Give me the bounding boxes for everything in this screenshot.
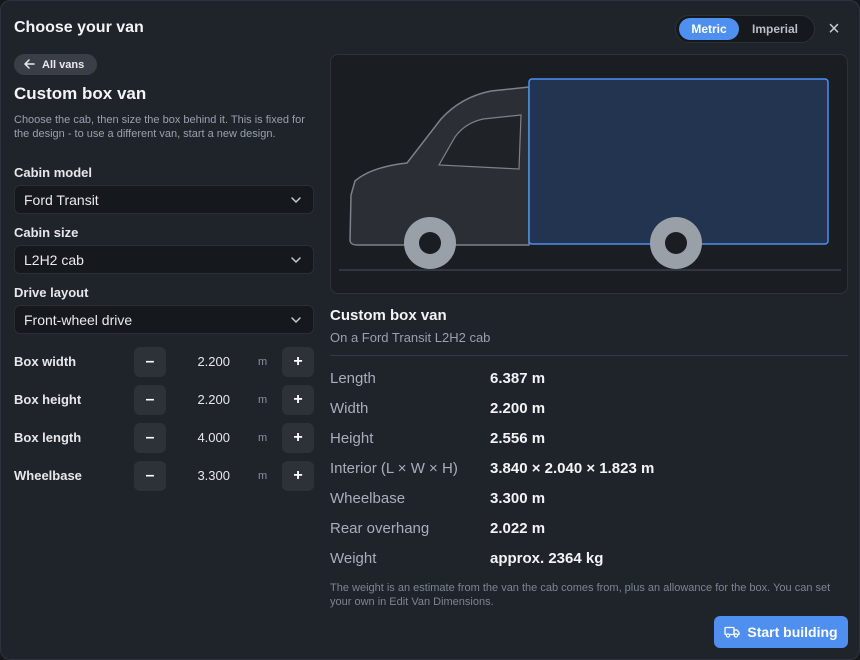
wheelbase-row: Wheelbase – 3.300 m + bbox=[14, 461, 314, 491]
box-width-row: Box width – 2.200 m + bbox=[14, 347, 314, 377]
chevron-down-icon bbox=[291, 197, 301, 204]
chevron-down-icon bbox=[291, 257, 301, 264]
box-height-row: Box height – 2.200 m + bbox=[14, 385, 314, 415]
spec-value: 3.300 m bbox=[490, 490, 546, 507]
cabin-model-value: Ford Transit bbox=[24, 191, 99, 208]
section-title: Custom box van bbox=[14, 84, 147, 103]
box-length-value[interactable]: 4.000 bbox=[176, 430, 230, 445]
spec-key: Interior (L × W × H) bbox=[330, 460, 458, 477]
spec-key: Weight bbox=[330, 550, 377, 567]
box-height-value[interactable]: 2.200 bbox=[176, 392, 230, 407]
box-length-unit: m bbox=[258, 432, 268, 444]
choose-van-dialog: Choose your van Metric Imperial × All va… bbox=[0, 0, 860, 660]
wheelbase-increment-button[interactable]: + bbox=[282, 461, 314, 491]
wheelbase-unit: m bbox=[258, 470, 268, 482]
wheelbase-value[interactable]: 3.300 bbox=[176, 468, 230, 483]
box-width-unit: m bbox=[258, 356, 268, 368]
spec-row-width: Width 2.200 m bbox=[330, 400, 848, 420]
summary-subtitle: On a Ford Transit L2H2 cab bbox=[330, 330, 491, 345]
summary-title: Custom box van bbox=[330, 307, 447, 324]
box-width-decrement-button[interactable]: – bbox=[134, 347, 166, 377]
spec-value: 2.200 m bbox=[490, 400, 546, 417]
box-height-increment-button[interactable]: + bbox=[282, 385, 314, 415]
drive-layout-label: Drive layout bbox=[14, 285, 89, 300]
spec-row-wheelbase: Wheelbase 3.300 m bbox=[330, 490, 848, 510]
spec-value: 3.840 × 2.040 × 1.823 m bbox=[490, 460, 655, 477]
spec-key: Height bbox=[330, 430, 374, 447]
drive-layout-select[interactable]: Front-wheel drive bbox=[14, 305, 314, 334]
spec-value: 2.556 m bbox=[490, 430, 546, 447]
box-height-unit: m bbox=[258, 394, 268, 406]
wheelbase-decrement-button[interactable]: – bbox=[134, 461, 166, 491]
box-width-label: Box width bbox=[14, 354, 77, 369]
start-building-button[interactable]: Start building bbox=[714, 616, 848, 648]
spec-value: 2.022 m bbox=[490, 520, 546, 537]
spec-key: Rear overhang bbox=[330, 520, 430, 537]
box-length-decrement-button[interactable]: – bbox=[134, 423, 166, 453]
spec-value: 6.387 m bbox=[490, 370, 546, 387]
spec-row-length: Length 6.387 m bbox=[330, 370, 848, 390]
dialog-title: Choose your van bbox=[14, 19, 144, 36]
chevron-down-icon bbox=[291, 317, 301, 324]
spec-row-rear-overhang: Rear overhang 2.022 m bbox=[330, 520, 848, 540]
summary-divider bbox=[330, 355, 848, 356]
cabin-size-value: L2H2 cab bbox=[24, 251, 84, 268]
all-vans-button[interactable]: All vans bbox=[14, 54, 97, 75]
front-wheel-hub bbox=[419, 232, 441, 254]
truck-icon bbox=[724, 626, 741, 638]
units-toggle: Metric Imperial bbox=[675, 15, 815, 43]
spec-key: Wheelbase bbox=[330, 490, 406, 507]
cabin-size-select[interactable]: L2H2 cab bbox=[14, 245, 314, 274]
rear-wheel-hub bbox=[665, 232, 687, 254]
spec-row-weight: Weight approx. 2364 kg bbox=[330, 550, 848, 570]
all-vans-label: All vans bbox=[42, 58, 85, 71]
section-description: Choose the cab, then size the box behind… bbox=[14, 114, 305, 140]
weight-note: The weight is an estimate from the van t… bbox=[330, 582, 831, 608]
drive-layout-value: Front-wheel drive bbox=[24, 311, 133, 328]
spec-row-height: Height 2.556 m bbox=[330, 430, 848, 450]
metric-toggle-button[interactable]: Metric bbox=[679, 18, 739, 40]
box-height-decrement-button[interactable]: – bbox=[134, 385, 166, 415]
wheelbase-label: Wheelbase bbox=[14, 468, 82, 483]
imperial-toggle-button[interactable]: Imperial bbox=[739, 18, 811, 40]
cabin-model-select[interactable]: Ford Transit bbox=[14, 185, 314, 214]
box-length-label: Box length bbox=[14, 430, 82, 445]
spec-key: Width bbox=[330, 400, 369, 417]
spec-value: approx. 2364 kg bbox=[490, 550, 604, 567]
box-length-increment-button[interactable]: + bbox=[282, 423, 314, 453]
arrow-left-icon bbox=[24, 58, 35, 72]
close-icon[interactable]: × bbox=[823, 19, 845, 41]
box-width-increment-button[interactable]: + bbox=[282, 347, 314, 377]
box-width-value[interactable]: 2.200 bbox=[176, 354, 230, 369]
box-height-label: Box height bbox=[14, 392, 82, 407]
start-building-label: Start building bbox=[747, 624, 838, 640]
cabin-model-label: Cabin model bbox=[14, 165, 93, 180]
van-preview bbox=[330, 54, 848, 294]
van-illustration bbox=[339, 78, 841, 271]
spec-key: Length bbox=[330, 370, 376, 387]
spec-row-interior: Interior (L × W × H) 3.840 × 2.040 × 1.8… bbox=[330, 460, 848, 480]
box-length-row: Box length – 4.000 m + bbox=[14, 423, 314, 453]
cabin-size-label: Cabin size bbox=[14, 225, 79, 240]
